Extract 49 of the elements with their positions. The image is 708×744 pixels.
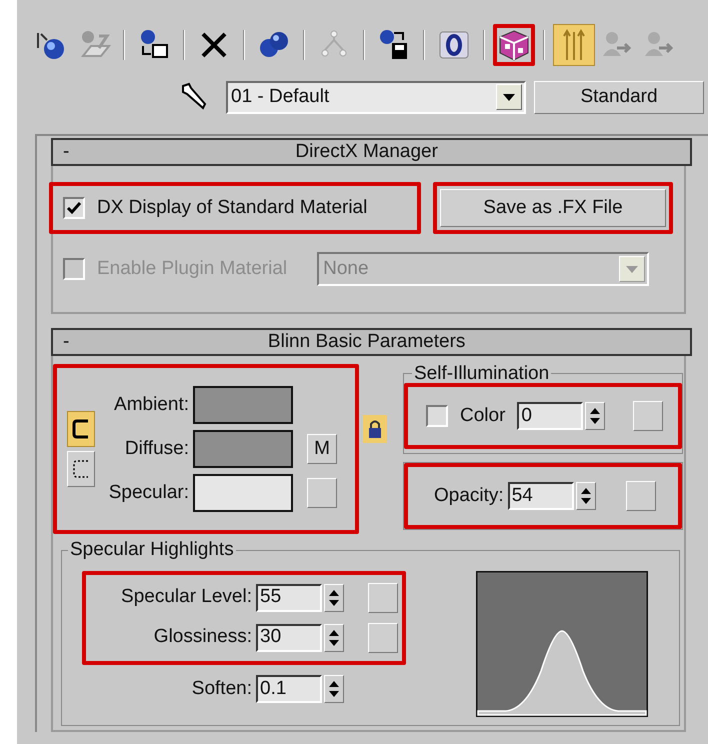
padlock-icon[interactable]	[363, 415, 387, 443]
field-label: Opacity:	[434, 484, 504, 508]
checkbox-label: Color	[460, 404, 506, 428]
group-title: Self-Illumination	[413, 364, 550, 383]
material-name-text: 01 - Default	[231, 84, 330, 109]
color-swatch[interactable]	[193, 386, 293, 424]
number-field[interactable]: 54	[508, 482, 574, 510]
spinner-arrows-icon[interactable]	[324, 624, 344, 652]
rollout-header[interactable]: - DirectX Manager	[51, 138, 692, 166]
color-swatch[interactable]	[193, 430, 293, 468]
field-label: Specular Level:	[120, 585, 253, 610]
rollout-header[interactable]: - Blinn Basic Parameters	[51, 328, 692, 356]
color-label: Specular:	[108, 480, 190, 505]
spinner-arrows-icon[interactable]	[576, 482, 596, 510]
save-fx-button[interactable]: Save as .FX File	[440, 189, 666, 227]
checker-cube-icon[interactable]	[497, 28, 531, 62]
number-field[interactable]: 55	[256, 584, 322, 612]
map-button[interactable]	[307, 478, 337, 508]
color-label: Ambient:	[113, 392, 190, 417]
material-type-button[interactable]: Standard	[534, 80, 704, 114]
material-name-dropdown[interactable]: 01 - Default	[226, 80, 526, 114]
eyedropper-icon[interactable]	[179, 82, 209, 112]
map-button[interactable]	[368, 582, 398, 612]
field-label: Glossiness:	[152, 625, 253, 650]
collapse-toggle[interactable]: -	[63, 138, 70, 166]
rollout-title: Blinn Basic Parameters	[266, 330, 466, 354]
lock-ambient-diffuse-icon[interactable]	[67, 411, 95, 447]
number-field[interactable]: 0	[517, 402, 584, 430]
spinner-arrows-icon[interactable]	[585, 402, 606, 430]
checkbox-label: Enable Plugin Material	[97, 256, 288, 281]
checkbox-label: DX Display of Standard Material	[97, 196, 368, 220]
map-button[interactable]: M	[307, 434, 337, 464]
color-label: Diffuse:	[124, 436, 190, 461]
lock-diffuse-specular-icon[interactable]	[67, 451, 95, 487]
number-field[interactable]: 0.1	[256, 674, 322, 703]
collapse-toggle[interactable]: -	[63, 328, 70, 356]
checkbox[interactable]	[426, 405, 448, 427]
map-button[interactable]	[633, 401, 664, 431]
dropdown-value: None	[323, 256, 369, 281]
checkbox[interactable]	[63, 197, 85, 219]
map-button[interactable]	[626, 481, 656, 511]
spinner-arrows-icon[interactable]	[324, 584, 344, 612]
rollout-title: DirectX Manager	[294, 140, 439, 164]
spinner-arrows-icon[interactable]	[324, 674, 344, 703]
number-field[interactable]: 30	[256, 624, 322, 652]
field-label: Soften:	[190, 676, 253, 700]
color-swatch[interactable]	[193, 474, 293, 512]
group-title: Specular Highlights	[69, 538, 235, 562]
map-button[interactable]	[368, 622, 398, 652]
